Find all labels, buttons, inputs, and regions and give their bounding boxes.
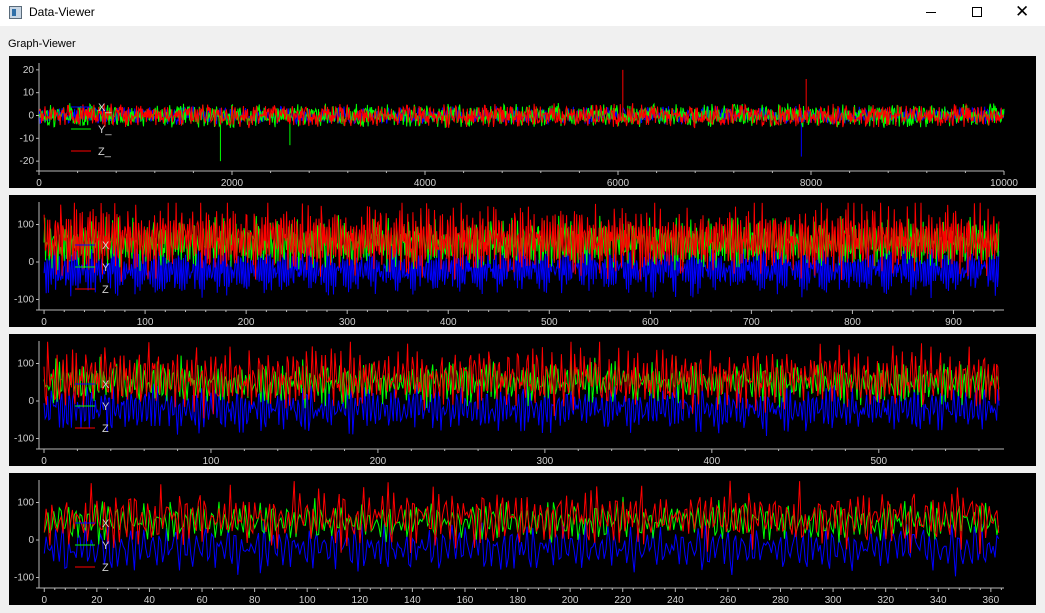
close-icon: ✕ <box>1015 2 1030 22</box>
x-tick-label: 200 <box>370 456 387 466</box>
x-tick-label: 280 <box>772 595 789 605</box>
x-tick-label: 4000 <box>414 178 437 188</box>
series-line-x <box>43 381 1000 437</box>
x-tick-label: 0 <box>41 595 47 605</box>
x-tick-label: 260 <box>720 595 737 605</box>
x-tick-label: 40 <box>144 595 156 605</box>
legend-label: Y_ <box>98 124 112 136</box>
x-tick-label: 300 <box>825 595 842 605</box>
x-tick-label: 10000 <box>990 178 1018 188</box>
x-tick-label: 200 <box>238 317 255 327</box>
y-tick-label: 10 <box>23 88 35 99</box>
chart-svg: 100 0 -100 0 100 200 300 400 500 XYZ <box>14 341 1004 466</box>
graph-viewer-label: Graph-Viewer <box>8 38 76 50</box>
legend-label: Y <box>102 401 110 413</box>
plot-panel-2[interactable]: 100 0 -100 0 100 200 300 400 500 600 700 800 900 X Y Z <box>9 195 1036 327</box>
chart-svg: 100 0 -100 0 20 40 60 80 100 120 140 160 180 200 220 24… <box>14 480 1004 605</box>
x-tick-label: 120 <box>351 595 368 605</box>
x-tick-label: 100 <box>137 317 154 327</box>
x-tick-label: 600 <box>642 317 659 327</box>
x-tick-label: 0 <box>41 456 47 466</box>
legend-label: X <box>102 379 110 391</box>
x-tick-label: 500 <box>870 456 887 466</box>
x-tick-label: 6000 <box>607 178 630 188</box>
x-tick-label: 200 <box>562 595 579 605</box>
maximize-icon <box>972 7 982 17</box>
x-tick-label: 700 <box>743 317 760 327</box>
x-tick-label: 140 <box>404 595 421 605</box>
legend-label: Z <box>102 562 109 574</box>
maximize-button[interactable] <box>954 0 1000 26</box>
x-tick-label: 0 <box>36 178 42 188</box>
y-tick-label: 0 <box>28 257 34 268</box>
x-tick-label: 300 <box>537 456 554 466</box>
y-tick-label: -100 <box>14 295 34 306</box>
x-tick-label: 360 <box>983 595 1000 605</box>
x-tick-label: 340 <box>930 595 947 605</box>
x-tick-label: 300 <box>339 317 356 327</box>
x-tick-label: 100 <box>203 456 220 466</box>
close-button[interactable]: ✕ <box>1000 0 1045 26</box>
x-tick-label: 800 <box>844 317 861 327</box>
legend-label: X <box>102 518 110 530</box>
y-tick-label: 100 <box>17 220 34 231</box>
legend-label: X <box>102 240 110 252</box>
x-tick-label: 400 <box>440 317 457 327</box>
minimize-button[interactable] <box>908 0 954 26</box>
x-tick-label: 400 <box>703 456 720 466</box>
y-tick-label: 20 <box>23 65 35 76</box>
x-tick-label: 8000 <box>800 178 823 188</box>
x-tick-label: 320 <box>877 595 894 605</box>
y-tick-label: 0 <box>28 111 34 122</box>
chart-svg: 20 10 0 -10 -20 0 2000 4000 6000 8000 10000 X_ Y_ Z_ <box>20 63 1018 188</box>
x-tick-label: 60 <box>196 595 208 605</box>
chart-svg: 100 0 -100 0 100 200 300 400 500 600 700 800 900 XYZ <box>14 202 1004 327</box>
app-icon <box>9 6 22 19</box>
x-tick-label: 80 <box>249 595 261 605</box>
x-tick-label: 2000 <box>221 178 244 188</box>
legend-label: Z <box>102 284 109 296</box>
x-tick-label: 160 <box>457 595 474 605</box>
x-tick-label: 100 <box>299 595 316 605</box>
plot-panel-1[interactable]: 20 10 0 -10 -20 0 2000 4000 6000 8000 10000 X_ Y_ Z_ <box>9 56 1036 188</box>
window-title: Data-Viewer <box>29 5 95 19</box>
legend-label: Y <box>102 540 110 552</box>
x-tick-label: 240 <box>667 595 684 605</box>
minimize-icon <box>926 12 936 13</box>
x-tick-label: 500 <box>541 317 558 327</box>
y-tick-label: -100 <box>14 573 34 584</box>
y-tick-label: 100 <box>17 498 34 509</box>
y-tick-label: -100 <box>14 434 34 445</box>
x-tick-label: 20 <box>91 595 103 605</box>
y-tick-label: 0 <box>28 535 34 546</box>
x-tick-label: 900 <box>945 317 962 327</box>
y-tick-label: -10 <box>20 133 35 144</box>
x-tick-label: 0 <box>41 317 47 327</box>
plot-panel-3[interactable]: 100 0 -100 0 100 200 300 400 500 X Y Z <box>9 334 1036 466</box>
legend-label: X_ <box>98 102 112 114</box>
y-tick-label: 100 <box>17 359 34 370</box>
x-tick-label: 220 <box>614 595 631 605</box>
legend-label: Y <box>102 262 110 274</box>
y-tick-label: -20 <box>20 156 35 167</box>
plot-panel-4[interactable]: 100 0 -100 0 20 40 60 80 100 120 140 160 180 200 220 24… <box>9 473 1036 605</box>
legend-label: Z_ <box>98 146 112 158</box>
title-bar: Data-Viewer ✕ <box>0 0 1045 26</box>
x-tick-label: 180 <box>509 595 526 605</box>
y-tick-label: 0 <box>28 396 34 407</box>
legend-label: Z <box>102 423 109 435</box>
